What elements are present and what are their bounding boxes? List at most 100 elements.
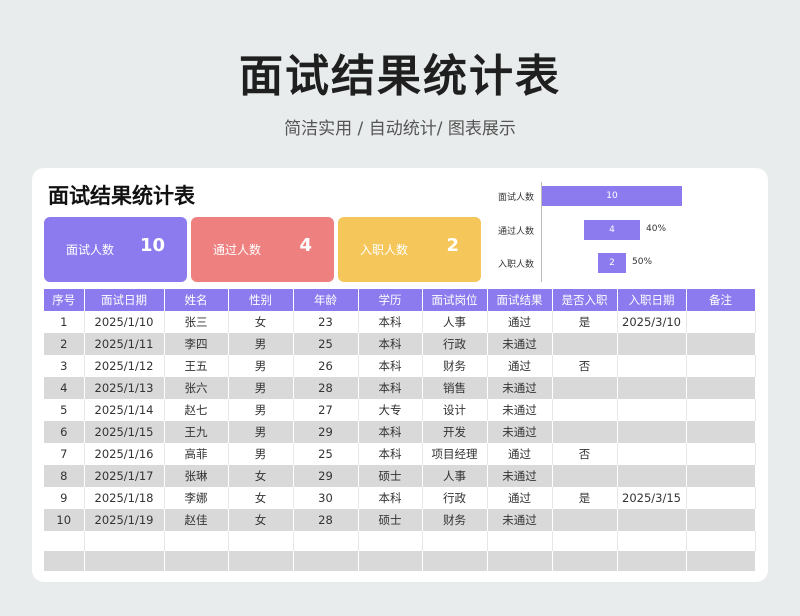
table-cell[interactable]: 7	[44, 443, 85, 465]
table-cell[interactable]: 本科	[358, 333, 423, 355]
table-cell[interactable]	[686, 487, 756, 509]
table-cell[interactable]: 男	[228, 421, 294, 443]
table-cell[interactable]: 2025/3/10	[617, 311, 687, 333]
table-cell[interactable]: 2	[44, 333, 85, 355]
column-header[interactable]: 面试岗位	[422, 289, 488, 311]
table-cell[interactable]	[552, 377, 618, 399]
table-cell[interactable]: 9	[44, 487, 85, 509]
table-cell[interactable]: 是	[552, 487, 618, 509]
table-cell[interactable]: 本科	[358, 421, 423, 443]
table-cell[interactable]	[617, 421, 687, 443]
table-cell[interactable]	[422, 531, 488, 551]
table-cell[interactable]: 3	[44, 355, 85, 377]
table-cell[interactable]	[358, 531, 423, 551]
table-cell[interactable]: 27	[293, 399, 359, 421]
table-cell[interactable]: 2025/1/15	[84, 421, 165, 443]
table-cell[interactable]	[617, 355, 687, 377]
table-cell[interactable]: 29	[293, 421, 359, 443]
table-cell[interactable]: 王九	[164, 421, 229, 443]
table-cell[interactable]	[686, 421, 756, 443]
table-cell[interactable]: 财务	[422, 355, 488, 377]
table-cell[interactable]	[617, 377, 687, 399]
table-cell[interactable]: 未通过	[487, 421, 553, 443]
table-cell[interactable]	[358, 551, 423, 571]
column-header[interactable]: 面试日期	[84, 289, 165, 311]
table-cell[interactable]: 销售	[422, 377, 488, 399]
table-cell[interactable]	[686, 399, 756, 421]
table-cell[interactable]	[164, 531, 229, 551]
table-cell[interactable]: 本科	[358, 355, 423, 377]
table-cell[interactable]	[552, 421, 618, 443]
table-cell[interactable]	[44, 551, 85, 571]
table-cell[interactable]: 2025/1/12	[84, 355, 165, 377]
table-cell[interactable]: 25	[293, 443, 359, 465]
table-cell[interactable]	[84, 531, 165, 551]
table-cell[interactable]: 未通过	[487, 377, 553, 399]
table-cell[interactable]: 通过	[487, 355, 553, 377]
table-cell[interactable]: 2025/3/15	[617, 487, 687, 509]
table-cell[interactable]: 李娜	[164, 487, 229, 509]
column-header[interactable]: 备注	[686, 289, 756, 311]
table-cell[interactable]: 人事	[422, 311, 488, 333]
table-cell[interactable]: 30	[293, 487, 359, 509]
table-cell[interactable]	[686, 465, 756, 487]
table-cell[interactable]: 未通过	[487, 509, 553, 531]
table-cell[interactable]	[686, 443, 756, 465]
table-cell[interactable]: 本科	[358, 443, 423, 465]
column-header[interactable]: 面试结果	[487, 289, 553, 311]
table-cell[interactable]: 赵七	[164, 399, 229, 421]
table-cell[interactable]: 女	[228, 487, 294, 509]
table-cell[interactable]: 赵佳	[164, 509, 229, 531]
table-cell[interactable]	[552, 531, 618, 551]
table-cell[interactable]: 女	[228, 465, 294, 487]
table-cell[interactable]	[552, 465, 618, 487]
table-cell[interactable]: 2025/1/18	[84, 487, 165, 509]
table-cell[interactable]: 本科	[358, 487, 423, 509]
table-cell[interactable]: 8	[44, 465, 85, 487]
table-cell[interactable]: 本科	[358, 377, 423, 399]
table-cell[interactable]: 1	[44, 311, 85, 333]
table-cell[interactable]: 行政	[422, 333, 488, 355]
table-cell[interactable]	[552, 333, 618, 355]
table-cell[interactable]	[617, 551, 687, 571]
table-cell[interactable]	[552, 509, 618, 531]
table-cell[interactable]	[686, 311, 756, 333]
column-header[interactable]: 学历	[358, 289, 423, 311]
column-header[interactable]: 是否入职	[552, 289, 618, 311]
table-cell[interactable]: 本科	[358, 311, 423, 333]
table-cell[interactable]	[617, 509, 687, 531]
table-cell[interactable]: 设计	[422, 399, 488, 421]
table-cell[interactable]: 6	[44, 421, 85, 443]
column-header[interactable]: 性别	[228, 289, 294, 311]
column-header[interactable]: 序号	[44, 289, 85, 311]
column-header[interactable]: 年龄	[293, 289, 359, 311]
table-cell[interactable]: 男	[228, 377, 294, 399]
table-cell[interactable]: 2025/1/11	[84, 333, 165, 355]
table-cell[interactable]: 2025/1/19	[84, 509, 165, 531]
table-cell[interactable]	[686, 509, 756, 531]
table-cell[interactable]: 5	[44, 399, 85, 421]
table-cell[interactable]	[686, 551, 756, 571]
table-cell[interactable]: 23	[293, 311, 359, 333]
table-cell[interactable]	[617, 465, 687, 487]
table-cell[interactable]: 未通过	[487, 465, 553, 487]
table-cell[interactable]: 张三	[164, 311, 229, 333]
table-cell[interactable]	[228, 531, 294, 551]
table-cell[interactable]: 硕士	[358, 465, 423, 487]
table-cell[interactable]	[617, 333, 687, 355]
table-cell[interactable]: 财务	[422, 509, 488, 531]
table-cell[interactable]: 2025/1/14	[84, 399, 165, 421]
table-cell[interactable]: 通过	[487, 487, 553, 509]
table-cell[interactable]: 通过	[487, 311, 553, 333]
table-cell[interactable]: 大专	[358, 399, 423, 421]
table-cell[interactable]	[293, 531, 359, 551]
table-cell[interactable]: 28	[293, 377, 359, 399]
column-header[interactable]: 姓名	[164, 289, 229, 311]
table-cell[interactable]	[487, 551, 553, 571]
table-cell[interactable]: 是	[552, 311, 618, 333]
table-cell[interactable]: 2025/1/13	[84, 377, 165, 399]
table-cell[interactable]: 男	[228, 443, 294, 465]
table-cell[interactable]: 2025/1/10	[84, 311, 165, 333]
table-cell[interactable]: 项目经理	[422, 443, 488, 465]
table-cell[interactable]: 高菲	[164, 443, 229, 465]
